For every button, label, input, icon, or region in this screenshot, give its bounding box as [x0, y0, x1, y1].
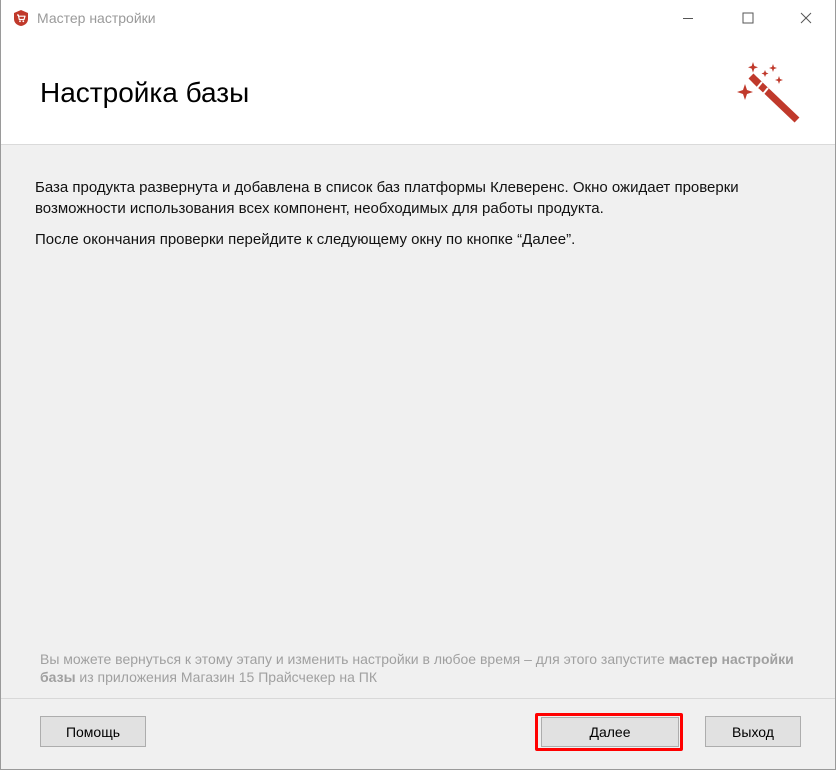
- instruction-paragraph: После окончания проверки перейдите к сле…: [35, 231, 576, 248]
- hint-prefix: Вы можете вернуться к этому этапу и изме…: [40, 651, 669, 667]
- minimize-button[interactable]: [665, 0, 711, 36]
- minimize-icon: [683, 18, 693, 19]
- window-title: Мастер настройки: [37, 10, 156, 26]
- maximize-icon: [742, 12, 754, 24]
- setup-wizard-window: Мастер настройки Настройка базы База про…: [0, 0, 836, 770]
- wizard-footer: Помощь Далее Выход: [1, 698, 835, 769]
- title-bar[interactable]: Мастер настройки: [1, 0, 835, 36]
- hint-suffix: из приложения Магазин 15 Прайсчекер на П…: [75, 669, 377, 685]
- close-button[interactable]: [783, 0, 829, 36]
- description-paragraph: База продукта развернута и добавлена в с…: [35, 179, 739, 217]
- magic-wand-icon: [737, 62, 800, 123]
- wizard-content: База продукта развернута и добавлена в с…: [1, 145, 835, 698]
- app-icon: [14, 10, 28, 26]
- next-button[interactable]: Далее: [541, 717, 679, 747]
- help-button[interactable]: Помощь: [40, 716, 146, 747]
- exit-button[interactable]: Выход: [705, 716, 801, 747]
- page-title: Настройка базы: [40, 77, 250, 108]
- wizard-header: Настройка базы: [1, 36, 835, 145]
- close-icon: [800, 12, 812, 24]
- hint-text: Вы можете вернуться к этому этапу и изме…: [40, 650, 800, 686]
- maximize-button[interactable]: [725, 0, 771, 36]
